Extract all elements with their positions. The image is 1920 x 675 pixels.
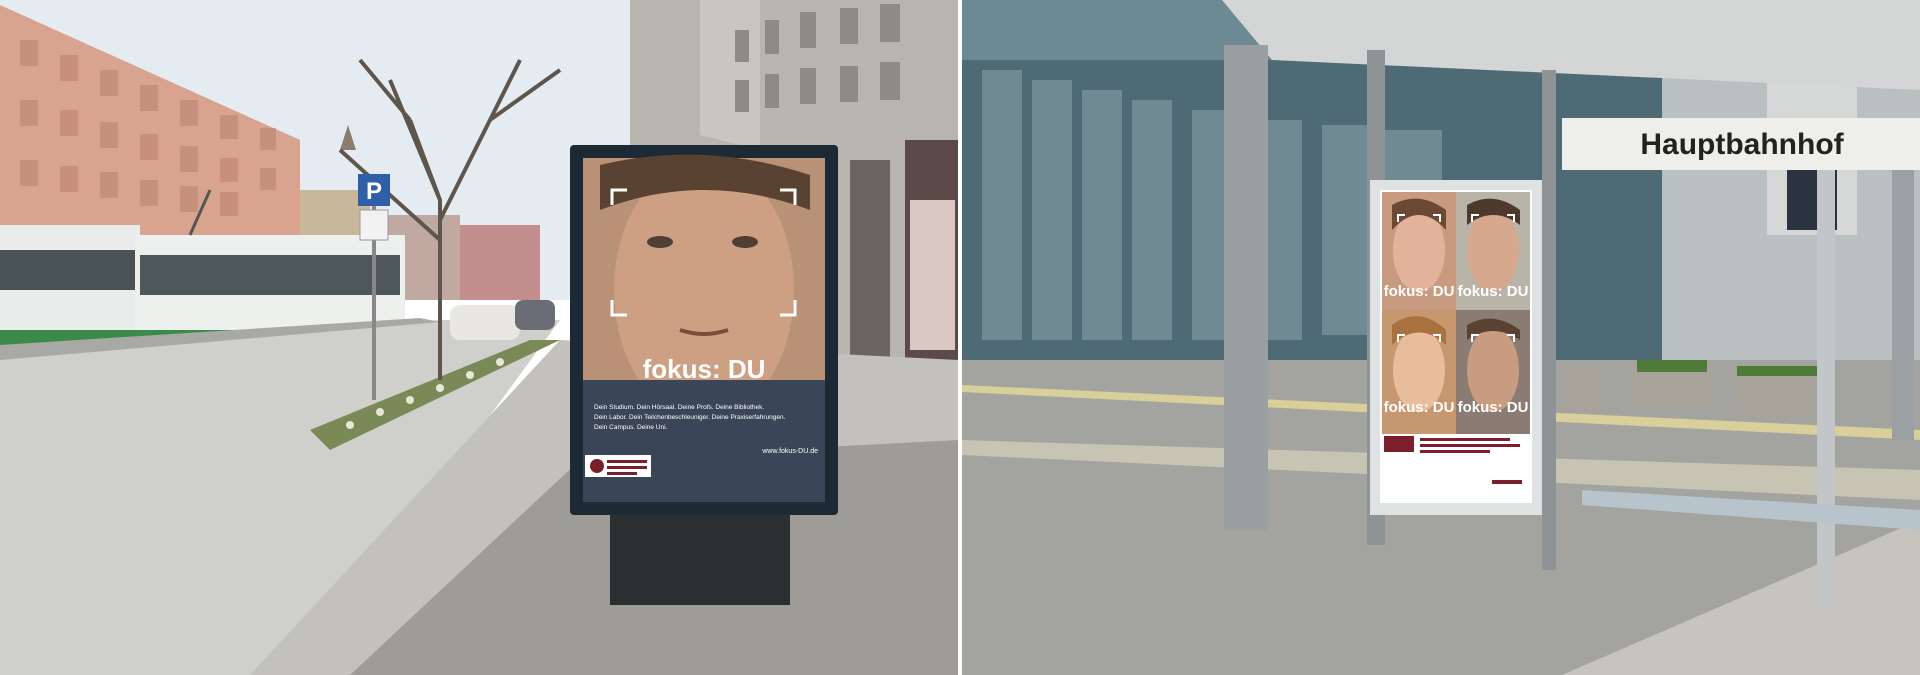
parking-sign-letter: P (366, 178, 382, 205)
street-scene: P fokus: DU Dein Studium. Dein Hörsaal. … (0, 0, 958, 675)
street-scene-panel: P fokus: DU Dein Studium. Dein Hörsaal. … (0, 0, 958, 675)
shelter-poster-logo (1384, 436, 1414, 452)
shelter-post (1224, 45, 1268, 530)
tram-stop-scene: Hauptbahnhof fokus: DU fokus: DU fokus: … (962, 0, 1920, 675)
poster-headline: fokus: DU (643, 354, 766, 384)
face-label-1: fokus: DU (1384, 283, 1455, 300)
face-label-2: fokus: DU (1458, 283, 1529, 300)
tram-stop-panel: Hauptbahnhof fokus: DU fokus: DU fokus: … (962, 0, 1920, 675)
poster-stand-base (610, 505, 790, 605)
poster-tagline-3: Dein Campus. Deine Uni. (594, 424, 668, 431)
poster-tagline-1: Dein Studium. Dein Hörsaal. Deine Profs.… (594, 404, 764, 411)
poster-tagline-2: Dein Labor. Dein Teilchenbeschleuniger. … (594, 414, 786, 421)
photo-collage: P fokus: DU Dein Studium. Dein Hörsaal. … (0, 0, 1920, 675)
parked-car (450, 305, 520, 340)
face-label-3: fokus: DU (1384, 399, 1455, 416)
station-sign-name: Hauptbahnhof (1640, 128, 1844, 161)
face-label-4: fokus: DU (1458, 399, 1529, 416)
planter (1632, 370, 1712, 410)
poster-url: www.fokus-DU.de (761, 448, 818, 455)
